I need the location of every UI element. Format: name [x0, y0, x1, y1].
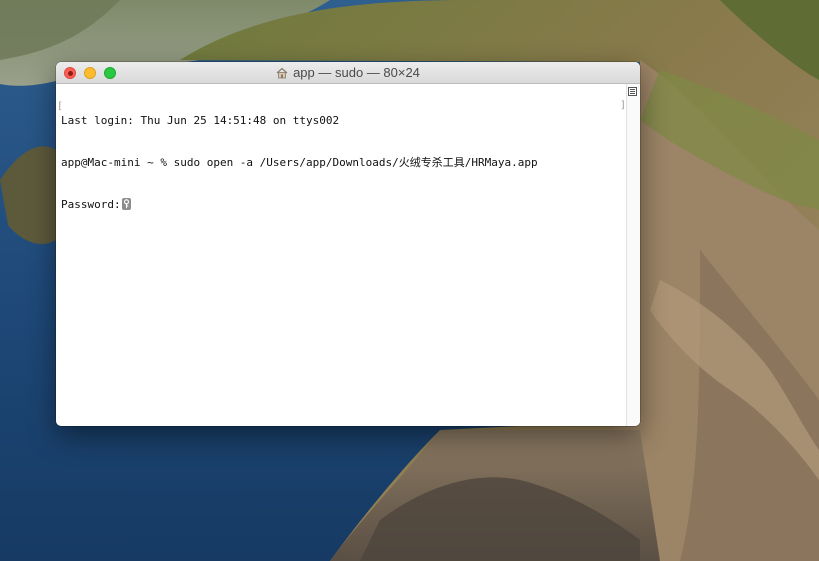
terminal-output[interactable]: Last login: Thu Jun 25 14:51:48 on ttys0… — [56, 84, 626, 426]
window-title-container: app — sudo — 80×24 — [56, 62, 640, 84]
terminal-line-last-login: Last login: Thu Jun 25 14:51:48 on ttys0… — [61, 114, 340, 127]
split-pane-icon[interactable] — [628, 87, 637, 96]
password-key-icon — [121, 198, 131, 210]
password-prompt: Password: — [61, 198, 121, 211]
window-title: app — sudo — 80×24 — [293, 65, 420, 80]
home-folder-icon — [276, 64, 288, 86]
terminal-window[interactable]: app — sudo — 80×24 Last login: Thu Jun 2… — [56, 62, 640, 426]
terminal-line-password: Password: — [61, 198, 626, 212]
terminal-line-command: app@Mac-mini ~ % sudo open -a /Users/app… — [61, 156, 538, 169]
title-bar[interactable]: app — sudo — 80×24 — [56, 62, 640, 84]
mark-bracket-left: [ — [57, 101, 64, 112]
scroll-gutter[interactable] — [626, 84, 640, 426]
